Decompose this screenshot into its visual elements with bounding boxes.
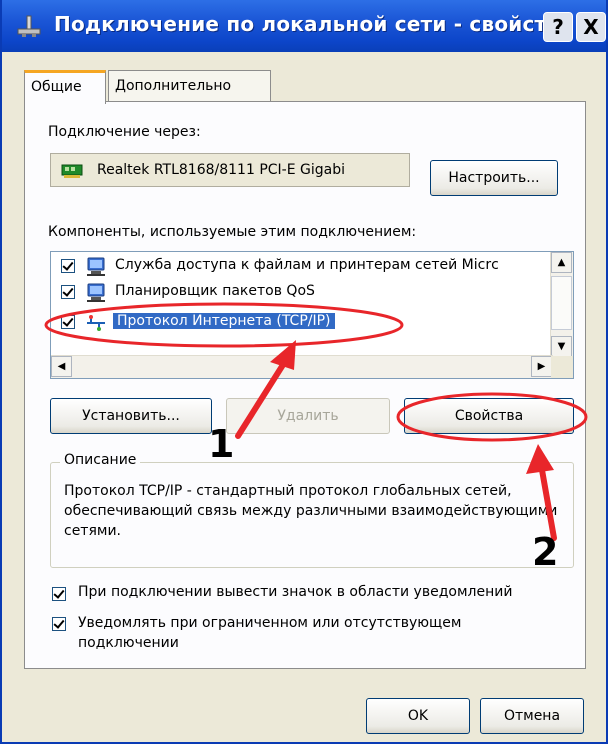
show-icon-label: При подключении вывести значок в области… — [78, 584, 513, 600]
network-connection-icon — [17, 15, 41, 37]
remove-button[interactable]: Удалить — [226, 398, 390, 434]
network-adapter-icon — [61, 164, 83, 178]
properties-button[interactable]: Свойства — [404, 398, 574, 434]
description-title: Описание — [60, 452, 141, 468]
scroll-left-button[interactable]: ◀ — [51, 356, 72, 377]
scroll-down-button[interactable]: ▼ — [551, 336, 572, 357]
list-item[interactable]: Протокол Интернета (TCP/IP) — [51, 311, 551, 335]
help-button[interactable]: ? — [543, 12, 573, 42]
adapter-field: Realtek RTL8168/8111 PCI-E Gigabi — [50, 153, 410, 187]
close-button[interactable]: X — [576, 12, 606, 42]
component-checkbox[interactable] — [61, 285, 75, 299]
adapter-name: Realtek RTL8168/8111 PCI-E Gigabi — [97, 162, 346, 178]
properties-dialog: Подключение по локальной сети - свойства… — [0, 0, 608, 744]
scroll-corner — [551, 356, 573, 378]
configure-button[interactable]: Настроить... — [430, 160, 558, 196]
tab-general[interactable]: Общие — [24, 70, 106, 104]
protocol-icon — [87, 315, 105, 331]
horizontal-scrollbar[interactable]: ◀ ▶ — [51, 355, 553, 378]
component-label: Планировщик пакетов QoS — [115, 283, 315, 299]
components-list[interactable]: Служба доступа к файлам и принтерам сете… — [50, 251, 574, 379]
scroll-right-button[interactable]: ▶ — [531, 356, 552, 377]
connect-via-label: Подключение через: — [48, 124, 201, 140]
component-checkbox[interactable] — [61, 315, 75, 329]
title-bar[interactable]: Подключение по локальной сети - свойства… — [2, 0, 606, 52]
notify-label: Уведомлять при ограниченном или отсутств… — [78, 615, 462, 651]
components-label: Компоненты, используемые этим подключени… — [48, 224, 417, 240]
component-checkbox[interactable] — [61, 259, 75, 273]
tab-advanced[interactable]: Дополнительно — [108, 70, 271, 102]
component-label: Служба доступа к файлам и принтерам сете… — [115, 257, 499, 273]
window-title: Подключение по локальной сети - свойства — [54, 12, 573, 36]
component-label: Протокол Интернета (TCP/IP) — [113, 313, 335, 329]
install-button[interactable]: Установить... — [50, 398, 212, 434]
vertical-scrollbar[interactable]: ▲ ▼ — [550, 252, 573, 358]
scroll-up-button[interactable]: ▲ — [551, 252, 572, 273]
network-service-icon — [87, 257, 105, 276]
step-number-1: 1 — [208, 422, 235, 466]
description-text: Протокол TCP/IP - стандартный протокол г… — [64, 483, 558, 539]
list-item[interactable]: Служба доступа к файлам и принтерам сете… — [51, 255, 551, 279]
list-item[interactable]: Планировщик пакетов QoS — [51, 281, 551, 305]
cancel-button[interactable]: Отмена — [480, 698, 584, 734]
network-service-icon — [87, 283, 105, 302]
show-icon-checkbox[interactable] — [52, 587, 66, 601]
notify-checkbox[interactable] — [52, 617, 66, 631]
ok-button[interactable]: OK — [366, 698, 470, 734]
scroll-thumb[interactable] — [551, 276, 572, 330]
step-number-2: 2 — [532, 530, 559, 574]
